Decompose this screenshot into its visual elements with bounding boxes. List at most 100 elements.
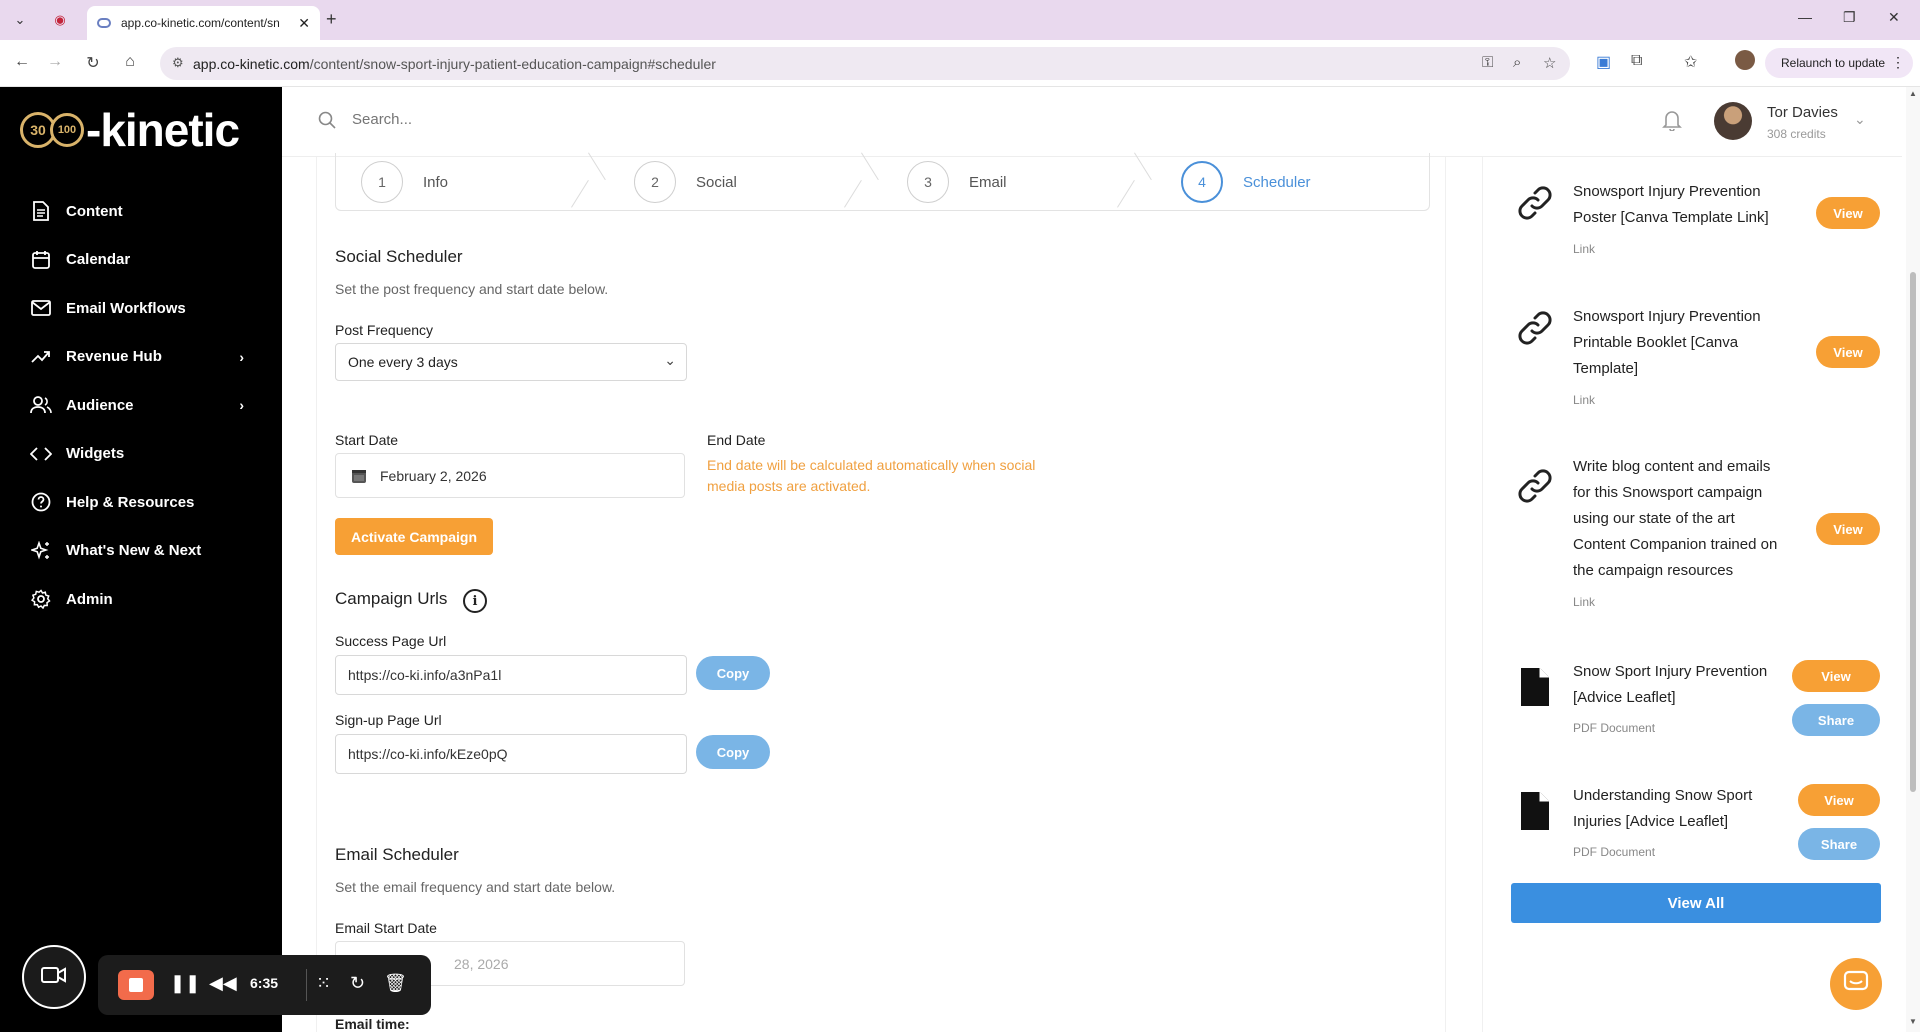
view-button[interactable]: View [1798,784,1880,816]
info-icon[interactable]: i [463,589,487,613]
resource-title[interactable]: Snowsport Injury Prevention Printable Bo… [1573,304,1783,382]
step-info[interactable]: 1 Info [361,161,448,203]
campaign-urls-title: Campaign Urls [335,589,448,608]
zoom-icon[interactable]: ⌕ [1513,54,1521,71]
extensions-puzzle-icon[interactable]: ⧉ [1631,52,1642,70]
success-url-label: Success Page Url [335,633,447,649]
resource-title[interactable]: Write blog content and emails for this S… [1573,454,1783,584]
back-icon[interactable]: ← [12,53,32,71]
step-email[interactable]: 3 Email [907,161,1007,203]
bookmarks-icon[interactable]: ✩ [1684,52,1697,72]
address-bar[interactable]: ⚙ app.co-kinetic.com/content/snow-sport-… [160,47,1570,80]
logo-badge-100: 100 [50,113,84,147]
success-url-field[interactable]: https://co-ki.info/a3nPa1l [335,655,687,695]
grid-icon[interactable]: ⁙ [316,973,331,994]
forward-icon[interactable]: → [45,53,65,71]
relaunch-button[interactable]: Relaunch to update ⋮ [1765,48,1913,78]
recorder-camera-button[interactable] [22,945,86,1009]
page-scrollbar[interactable]: ▲ ▼ [1906,87,1920,1032]
sparkle-icon [30,540,52,562]
step-number: 3 [907,161,949,203]
scroll-up-icon[interactable]: ▲ [1909,89,1917,98]
sidebar-item-label: Widgets [66,445,125,463]
site-favicon-icon [97,18,111,28]
rewind-icon[interactable]: ◀◀ [209,973,237,994]
recording-timer: 6:35 [250,975,279,991]
share-button[interactable]: Share [1792,704,1880,736]
resources-panel: Snowsport Injury Prevention Poster [Canv… [1482,157,1902,1032]
resource-item: Snow Sport Injury Prevention [Advice Lea… [1483,659,1883,754]
resource-title[interactable]: Snowsport Injury Prevention Poster [Canv… [1573,179,1783,231]
restart-icon[interactable]: ↻ [350,973,365,994]
chevron-down-icon[interactable]: ⌄ [1854,111,1866,128]
sidebar-item-email-workflows[interactable]: Email Workflows [0,284,282,333]
new-tab-icon[interactable]: + [326,9,337,30]
resource-title[interactable]: Snow Sport Injury Prevention [Advice Lea… [1573,659,1783,711]
sidebar-item-content[interactable]: Content [0,187,282,236]
minimize-icon[interactable]: — [1798,9,1812,25]
sidebar-item-help-resources[interactable]: Help & Resources [0,478,282,527]
address-url[interactable]: app.co-kinetic.com/content/snow-sport-in… [193,56,716,72]
view-button[interactable]: View [1792,660,1880,692]
sidebar-item-admin[interactable]: Admin [0,575,282,624]
resource-type: Link [1573,242,1596,256]
reload-icon[interactable]: ↻ [83,53,103,73]
chevron-down-icon: ⌄ [664,352,676,368]
tab-close-icon[interactable]: ✕ [298,15,310,32]
video-camera-icon [41,966,67,989]
stop-icon [129,978,143,992]
step-scheduler[interactable]: 4 Scheduler [1181,161,1311,203]
copy-success-url-button[interactable]: Copy [696,656,770,690]
sidebar-item-calendar[interactable]: Calendar [0,236,282,285]
signup-url-field[interactable]: https://co-ki.info/kEze0pQ [335,734,687,774]
users-icon [30,394,52,416]
copy-signup-url-button[interactable]: Copy [696,735,770,769]
activate-campaign-button[interactable]: Activate Campaign [335,518,493,555]
calendar-icon [30,249,52,271]
sidebar-item-label: Revenue Hub [66,348,162,366]
pause-icon[interactable]: ❚❚ [170,973,200,994]
profile-avatar-icon[interactable] [1735,50,1755,70]
restore-icon[interactable]: ❐ [1843,9,1856,26]
stop-recording-button[interactable] [118,970,154,1000]
calendar-icon [350,467,368,485]
resource-type: Link [1573,393,1596,407]
scroll-down-icon[interactable]: ▼ [1909,1017,1917,1026]
tab-search-chevron-icon[interactable]: ⌄ [10,10,30,30]
bookmark-star-icon[interactable]: ☆ [1543,54,1556,72]
brand-logo[interactable]: 30 100 -kinetic [20,104,240,156]
scrollbar-thumb[interactable] [1910,272,1916,792]
sidebar-menu: Content Calendar Email Workflows Revenue… [0,187,282,624]
start-date-field[interactable]: February 2, 2026 [335,453,685,498]
user-name[interactable]: Tor Davies [1767,104,1838,121]
resource-title[interactable]: Understanding Snow Sport Injuries [Advic… [1573,783,1783,835]
share-button[interactable]: Share [1798,828,1880,860]
window-close-icon[interactable]: ✕ [1888,9,1900,26]
main-content: 1 Info 2 Social 3 Email 4 Scheduler Soci… [316,153,1446,1032]
view-button[interactable]: View [1816,513,1880,545]
browser-tab-active[interactable]: app.co-kinetic.com/content/sn ✕ [87,6,320,40]
password-key-icon[interactable]: ⚿ [1482,54,1493,71]
sidebar-item-audience[interactable]: Audience › [0,381,282,430]
view-all-button[interactable]: View All [1511,883,1881,923]
view-button[interactable]: View [1816,336,1880,368]
search-input[interactable] [352,111,652,128]
sidebar-item-whats-new[interactable]: What's New & Next [0,527,282,576]
chat-launcher-button[interactable] [1830,958,1882,1010]
sidebar: 30 100 -kinetic Content Calendar Email W… [0,87,282,1032]
view-button[interactable]: View [1816,197,1880,229]
step-social[interactable]: 2 Social [634,161,737,203]
avatar[interactable] [1714,102,1752,140]
browser-menu-icon[interactable]: ⋮ [1891,54,1905,71]
campaign-stepper: 1 Info 2 Social 3 Email 4 Scheduler [335,153,1430,211]
post-frequency-select[interactable]: One every 3 days ⌄ [335,343,687,381]
sidebar-item-revenue-hub[interactable]: Revenue Hub › [0,333,282,382]
sidebar-item-widgets[interactable]: Widgets [0,430,282,479]
code-icon [30,443,52,465]
bell-icon[interactable] [1662,109,1682,137]
home-icon[interactable]: ⌂ [120,53,140,71]
extension-badge-icon[interactable]: ▣ [1596,52,1611,72]
trash-icon[interactable]: 🗑 [384,973,407,994]
recording-indicator-icon: ◉ [54,12,66,27]
site-info-icon[interactable]: ⚙ [172,55,184,71]
